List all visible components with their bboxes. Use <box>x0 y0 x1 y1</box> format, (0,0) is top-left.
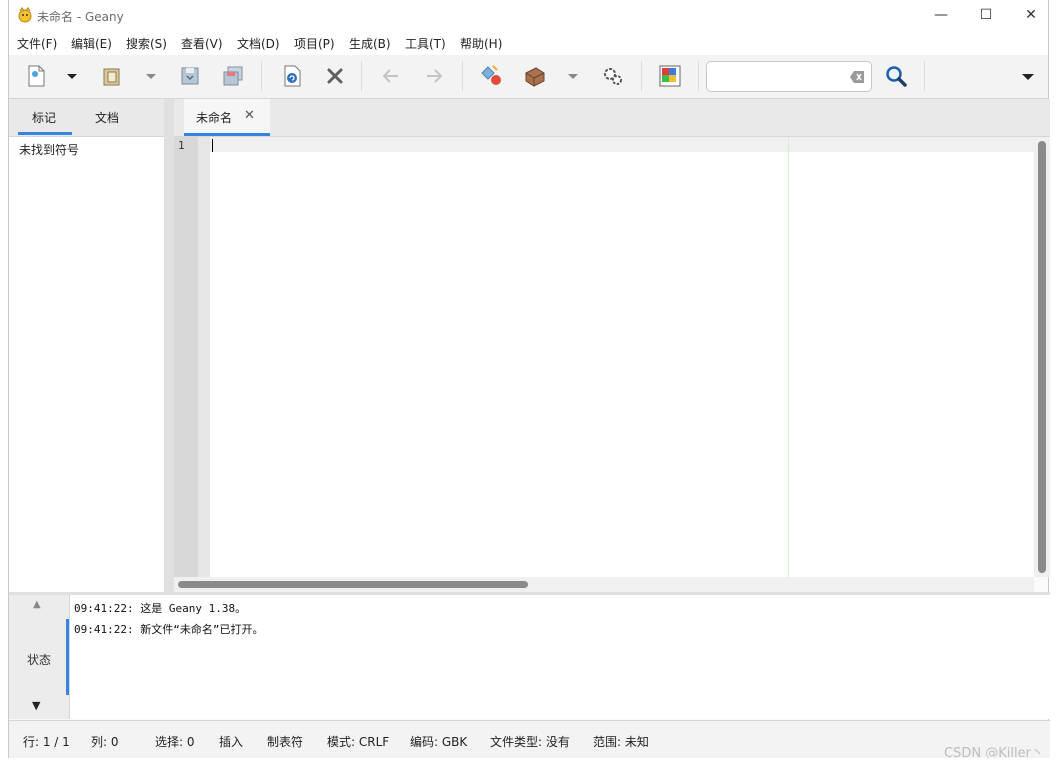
menu-search[interactable]: 搜索(S) <box>126 35 167 52</box>
toolbar-overflow-icon[interactable] <box>1020 66 1036 86</box>
sidebar-splitter[interactable] <box>164 99 174 592</box>
execute-icon[interactable] <box>600 63 626 89</box>
status-messages: 09:41:22: 这是 Geany 1.38。 09:41:22: 新文件“未… <box>70 595 1050 719</box>
status-scope: 范围: 未知 <box>593 735 649 749</box>
active-tab-indicator <box>18 132 72 135</box>
search-field[interactable] <box>706 61 872 92</box>
menu-project[interactable]: 项目(P) <box>294 35 335 52</box>
status-insert-mode: 插入 <box>219 735 244 749</box>
status-line: 行: 1 / 1 <box>23 735 70 749</box>
fold-margin[interactable] <box>198 137 210 577</box>
status-encoding: 编码: GBK <box>410 735 468 749</box>
document-tabs: 未命名 ✕ <box>174 99 1050 137</box>
maximize-button[interactable]: ☐ <box>975 4 997 26</box>
save-icon[interactable] <box>177 63 203 89</box>
open-file-icon[interactable] <box>99 63 125 89</box>
no-symbols-text: 未找到符号 <box>19 143 80 157</box>
toolbar <box>9 55 1048 99</box>
menu-tools[interactable]: 工具(T) <box>405 35 446 52</box>
back-icon[interactable] <box>378 63 404 89</box>
build-dropdown-icon[interactable] <box>565 66 581 86</box>
toolbar-separator <box>462 61 463 91</box>
status-filetype: 文件类型: 没有 <box>490 735 570 749</box>
active-doc-indicator <box>184 133 270 136</box>
horizontal-scroll-thumb[interactable] <box>178 581 528 588</box>
status-column: 列: 0 <box>91 735 119 749</box>
long-line-marker <box>788 137 789 577</box>
tabs-up-arrow-icon[interactable]: ▲ <box>33 599 41 610</box>
minimize-button[interactable]: — <box>930 4 952 26</box>
text-caret <box>212 139 213 152</box>
code-editor[interactable]: 1 <box>174 137 1034 577</box>
tab-untitled[interactable]: 未命名 ✕ <box>184 99 270 136</box>
status-message-line: 09:41:22: 新文件“未命名”已打开。 <box>74 623 264 636</box>
new-file-icon[interactable] <box>23 63 49 89</box>
search-icon[interactable] <box>883 63 909 89</box>
compile-icon[interactable] <box>479 63 505 89</box>
status-selection: 选择: 0 <box>155 735 195 749</box>
menu-build[interactable]: 生成(B) <box>349 35 391 52</box>
reload-icon[interactable] <box>279 63 305 89</box>
line-number: 1 <box>178 139 185 152</box>
geany-window: 未命名 - Geany — ☐ ✕ 文件(F) 编辑(E) 搜索(S) 查看(V… <box>8 0 1050 759</box>
menu-edit[interactable]: 编辑(E) <box>71 35 112 52</box>
tab-documents[interactable]: 文档 <box>95 109 119 126</box>
close-icon[interactable] <box>322 63 348 89</box>
tab-symbols[interactable]: 标记 <box>32 109 56 126</box>
active-msg-tab-indicator <box>66 619 69 695</box>
toolbar-separator <box>261 61 262 91</box>
vertical-scroll-thumb[interactable] <box>1038 141 1046 573</box>
toolbar-separator <box>361 61 362 91</box>
status-bar: 行: 1 / 1 列: 0 选择: 0 插入 制表符 模式: CRLF 编码: … <box>9 720 1050 759</box>
open-file-dropdown-icon[interactable] <box>143 66 159 86</box>
geany-app-icon <box>17 6 33 23</box>
build-icon[interactable] <box>522 63 548 89</box>
status-eol-mode: 模式: CRLF <box>327 735 390 749</box>
menu-file[interactable]: 文件(F) <box>17 35 57 52</box>
forward-icon[interactable] <box>421 63 447 89</box>
title-bar: 未命名 - Geany — ☐ ✕ <box>9 0 1048 31</box>
toolbar-separator <box>924 61 925 91</box>
status-indent: 制表符 <box>267 735 304 749</box>
vertical-scrollbar[interactable] <box>1034 137 1050 577</box>
tab-status[interactable]: 状态 <box>27 651 51 668</box>
messages-tab-strip: ▲ 状态 ▼ <box>9 595 70 719</box>
status-message-line: 09:41:22: 这是 Geany 1.38。 <box>74 602 247 615</box>
menu-bar: 文件(F) 编辑(E) 搜索(S) 查看(V) 文档(D) 项目(P) 生成(B… <box>9 31 1048 55</box>
menu-view[interactable]: 查看(V) <box>181 35 223 52</box>
menu-document[interactable]: 文档(D) <box>237 35 280 52</box>
toolbar-separator <box>641 61 642 91</box>
horizontal-scrollbar[interactable] <box>174 577 1034 592</box>
toolbar-separator <box>698 61 699 91</box>
page-background <box>0 758 1057 766</box>
symbol-list: 未找到符号 <box>9 137 165 592</box>
tab-untitled-label: 未命名 <box>196 111 233 125</box>
sidebar-tabs: 标记 文档 <box>9 99 164 137</box>
color-chooser-icon[interactable] <box>657 63 683 89</box>
menu-help[interactable]: 帮助(H) <box>460 35 502 52</box>
save-all-icon[interactable] <box>220 63 246 89</box>
window-title: 未命名 - Geany <box>37 10 124 24</box>
current-line-highlight <box>210 137 1034 152</box>
clear-search-icon[interactable] <box>849 69 865 88</box>
tabs-down-arrow-icon[interactable]: ▼ <box>32 699 40 712</box>
new-file-dropdown-icon[interactable] <box>64 66 80 86</box>
search-input[interactable] <box>713 67 847 87</box>
tab-close-icon[interactable]: ✕ <box>244 108 255 123</box>
line-number-gutter: 1 <box>174 137 198 577</box>
close-window-button[interactable]: ✕ <box>1020 4 1042 26</box>
